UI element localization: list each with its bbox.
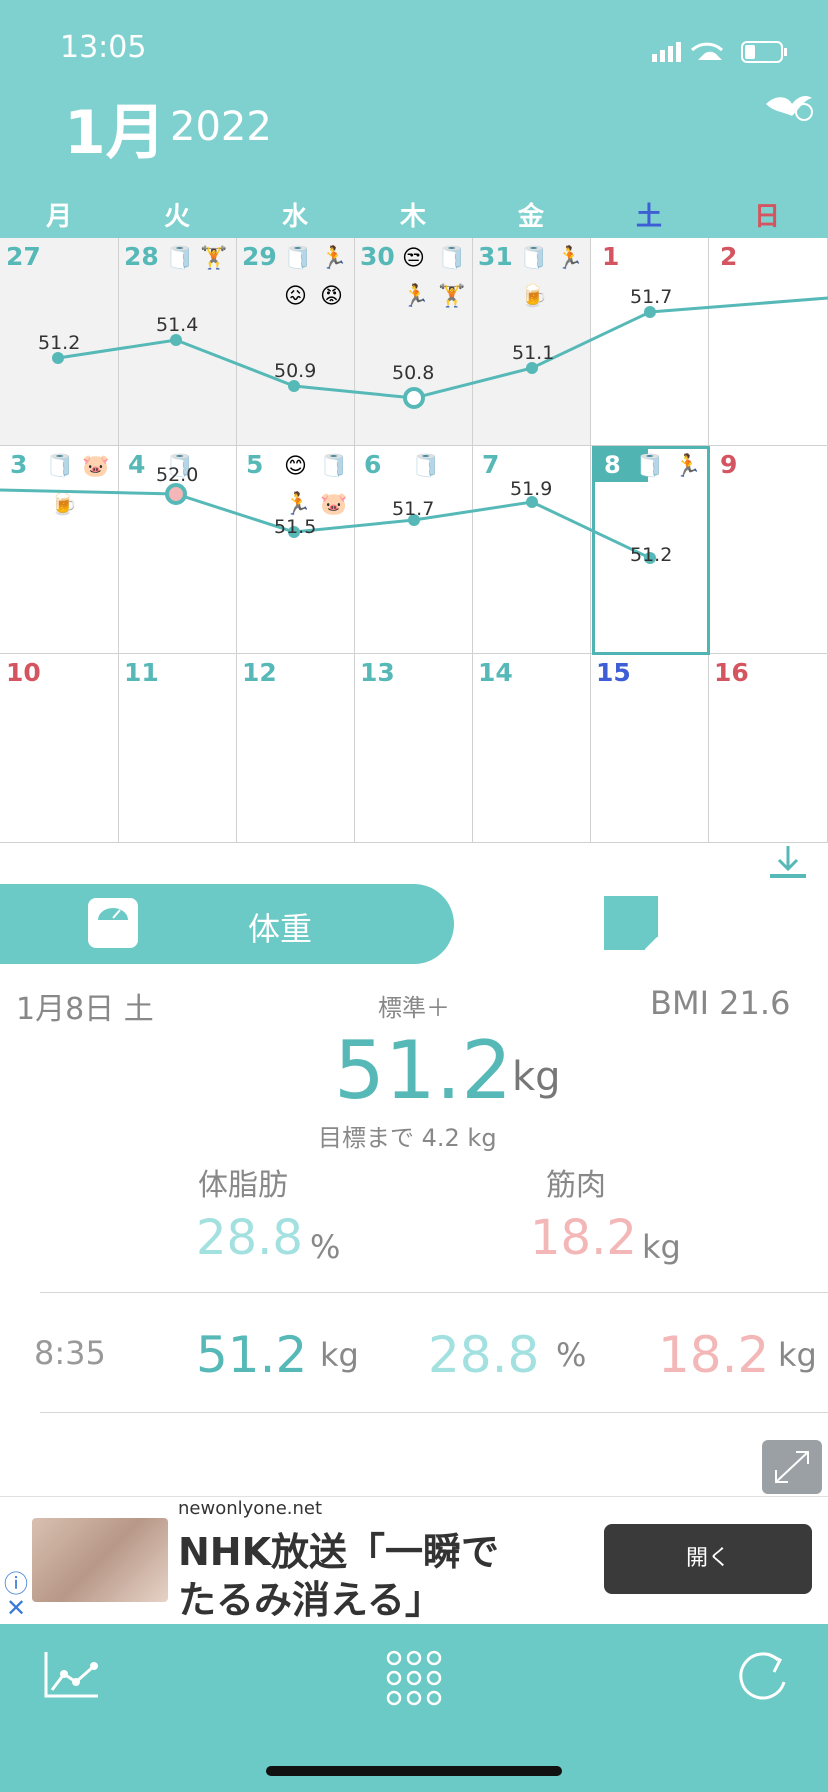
weekday-wed: 水 [281, 202, 308, 232]
record-weight-unit: kg [320, 1336, 359, 1374]
status-time: 13:05 [60, 30, 147, 65]
weight-label: 51.9 [510, 478, 553, 500]
body-fat-value: 28.8 [196, 1210, 303, 1266]
weight-label: 51.1 [512, 342, 555, 364]
day-number: 14 [478, 658, 513, 687]
weight-label: 51.2 [38, 332, 81, 354]
weight-point [403, 387, 425, 409]
divider [40, 1292, 828, 1293]
weekday-fri: 金 [517, 202, 544, 232]
divider [40, 1412, 828, 1413]
weight-label: 51.7 [630, 286, 673, 308]
weight-label: 51.5 [274, 516, 317, 538]
weekday-mon: 月 [45, 202, 72, 232]
expand-button[interactable] [762, 1440, 822, 1494]
record-fat: 28.8 [428, 1326, 540, 1384]
day-number: 13 [360, 658, 395, 687]
record-weight: 51.2 [196, 1326, 308, 1384]
ad-close-icon[interactable]: ✕ [6, 1594, 26, 1622]
ad-open-button[interactable]: 開く [604, 1524, 812, 1594]
record-fat-unit: % [556, 1336, 587, 1374]
scale-icon [88, 898, 138, 948]
record-time: 8:35 [34, 1334, 106, 1372]
bird-logo-icon[interactable] [762, 82, 816, 130]
ad-domain: newonlyone.net [178, 1498, 323, 1519]
weight-label: 52.0 [156, 464, 199, 486]
body-type-label: 標準＋ [378, 994, 450, 1022]
day-number: 15 [596, 658, 631, 687]
weekday-thu: 木 [399, 202, 426, 232]
weight-label: 50.8 [392, 362, 435, 384]
menu-grid-icon[interactable] [386, 1650, 442, 1710]
weight-label: 50.9 [274, 360, 317, 382]
year-title: 2022 [170, 104, 272, 150]
download-icon[interactable] [768, 842, 808, 886]
weekday-tue: 火 [163, 202, 190, 232]
day-number: 11 [124, 658, 159, 687]
tab-weight-label: 体重 [248, 910, 313, 948]
home-indicator [266, 1766, 562, 1776]
day-number: 16 [714, 658, 749, 687]
record-muscle-unit: kg [778, 1336, 817, 1374]
muscle-unit: kg [642, 1228, 681, 1266]
body-fat-unit: % [310, 1228, 341, 1266]
body-fat-label: 体脂肪 [198, 1168, 288, 1203]
refresh-icon[interactable] [734, 1646, 790, 1710]
weekday-sun: 日 [753, 202, 780, 232]
note-icon[interactable] [604, 896, 658, 950]
weight-point [165, 483, 187, 505]
ad-title[interactable]: NHK放送「一瞬でたるみ消える」 [178, 1528, 518, 1624]
weight-value: 51.2 [334, 1024, 513, 1117]
record-muscle: 18.2 [658, 1326, 770, 1384]
graph-icon[interactable] [44, 1650, 100, 1704]
ad-image[interactable] [32, 1518, 168, 1602]
day-number: 10 [6, 658, 41, 687]
weight-unit: kg [512, 1054, 561, 1100]
muscle-value: 18.2 [530, 1210, 637, 1266]
expand-icon [775, 1451, 809, 1483]
weight-trend-chart [0, 296, 828, 564]
weekday-sat: 土 [635, 202, 662, 232]
signal-wifi-battery-icon [652, 41, 787, 63]
month-title: 1月 [64, 98, 166, 168]
weight-label: 51.2 [630, 544, 673, 566]
day-number: 12 [242, 658, 277, 687]
weight-label: 51.7 [392, 498, 435, 520]
bmi-value: BMI 21.6 [650, 984, 791, 1022]
weight-label: 51.4 [156, 314, 199, 336]
tab-weight[interactable] [0, 884, 454, 964]
goal-remaining: 目標まで 4.2 kg [318, 1124, 497, 1152]
muscle-label: 筋肉 [546, 1168, 606, 1203]
status-icons [650, 36, 794, 64]
calendar-grid: 8 27 28 29 30 31 1 2 3 4 5 6 7 9 10 11 1… [0, 238, 828, 843]
selected-date: 1月8日 土 [16, 992, 154, 1027]
